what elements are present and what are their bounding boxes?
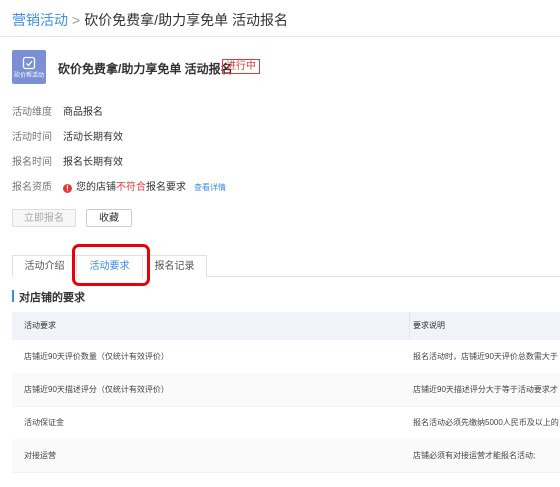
info-row-dimension: 活动维度 商品报名	[12, 103, 103, 118]
table-cell-description: 店铺必须有对接运营才能报名活动;	[413, 451, 536, 460]
info-value: 商品报名	[63, 107, 103, 118]
table-header-row: 活动要求 要求说明	[12, 312, 560, 340]
breadcrumb-separator: >	[72, 12, 81, 28]
breadcrumb: 营销活动 > 砍价免费拿/助力享免单 活动报名	[12, 10, 288, 30]
view-details-link[interactable]: 查看详情	[194, 183, 226, 192]
table-cell-requirement: 店铺近90天评价数量（仅统计有效评价）	[24, 352, 169, 361]
section-title-bar	[12, 290, 14, 302]
info-key: 活动时间	[12, 132, 52, 143]
bargain-icon	[22, 56, 36, 70]
breadcrumb-current: 砍价免费拿/助力享免单 活动报名	[84, 12, 288, 28]
warning-icon: !	[63, 184, 72, 193]
activity-logo-text: 砍价帮活动	[13, 73, 44, 79]
table-cell-requirement: 活动保证金	[24, 418, 64, 427]
table-header-requirement: 活动要求	[24, 321, 56, 330]
info-row-qualification: 报名资质! 您的店铺不符合报名要求 查看详情	[12, 178, 226, 193]
activity-title: 砍价免费拿/助力享免单 活动报名	[58, 62, 233, 76]
info-key: 活动维度	[12, 107, 52, 118]
table-row: 店铺近90天描述评分（仅统计有效评价） 店铺近90天描述评分大于等于活动要求才	[12, 373, 560, 407]
qualification-text-after: 报名要求	[146, 182, 186, 193]
qualification-text-red: 不符合	[116, 182, 146, 193]
info-value: 活动长期有效	[63, 132, 123, 143]
qualification-text-before: 您的店铺	[76, 182, 116, 193]
info-row-signup-time: 报名时间 报名长期有效	[12, 153, 123, 168]
info-key: 报名时间	[12, 157, 52, 168]
table-cell-description: 报名活动必须先缴纳5000人民币及以上的	[413, 418, 559, 427]
status-badge: 进行中	[222, 59, 260, 74]
signup-button[interactable]: 立即报名	[12, 209, 76, 227]
table-cell-requirement: 对接运营	[24, 451, 56, 460]
table-row: 活动保证金 报名活动必须先缴纳5000人民币及以上的	[12, 406, 560, 440]
info-key: 报名资质	[12, 182, 52, 193]
info-value: 报名长期有效	[63, 157, 123, 168]
tab-signup-records[interactable]: 报名记录	[142, 255, 207, 277]
section-title: 对店铺的要求	[19, 292, 85, 304]
info-row-activity-time: 活动时间 活动长期有效	[12, 128, 123, 143]
favorite-button[interactable]: 收藏	[86, 209, 132, 227]
table-header-description: 要求说明	[413, 321, 445, 330]
table-row: 店铺近90天评价数量（仅统计有效评价） 报名活动时，店铺近90天评价总数需大于	[12, 340, 560, 374]
table-header-divider	[409, 312, 410, 340]
table-cell-requirement: 店铺近90天描述评分（仅统计有效评价）	[24, 385, 169, 394]
table-row: 对接运营 店铺必须有对接运营才能报名活动;	[12, 439, 560, 473]
activity-logo: 砍价帮活动	[12, 50, 46, 84]
highlight-annotation	[72, 244, 150, 286]
header-divider	[0, 36, 560, 37]
table-cell-description: 报名活动时，店铺近90天评价总数需大于	[413, 352, 558, 361]
tab-activity-intro[interactable]: 活动介绍	[12, 255, 77, 277]
breadcrumb-link-marketing[interactable]: 营销活动	[12, 12, 68, 28]
table-cell-description: 店铺近90天描述评分大于等于活动要求才	[413, 385, 558, 394]
